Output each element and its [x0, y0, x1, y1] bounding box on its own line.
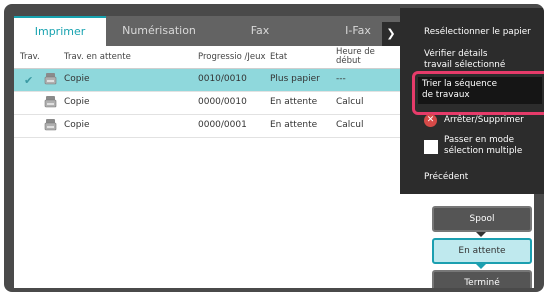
copy-icon	[44, 73, 57, 85]
col-header-job: Trav.	[20, 52, 40, 62]
checkbox-icon[interactable]	[424, 140, 438, 154]
job-progress: 0000/0010	[198, 97, 247, 107]
job-progress: 0000/0001	[198, 120, 247, 130]
col-header-start-time: Heure de début	[336, 48, 375, 66]
job-state: En attente	[270, 120, 318, 130]
copy-icon	[44, 96, 57, 108]
table-row[interactable]: Copie 0000/0010 En attente Calcul	[14, 92, 414, 115]
col-header-start-line2: début	[336, 56, 361, 66]
job-name: Copie	[64, 120, 90, 130]
col-header-progress: Progressio /Jeux	[198, 52, 266, 62]
job-start-time: ---	[336, 74, 346, 84]
col-header-waiting-jobs: Trav. en attente	[64, 52, 131, 62]
job-progress: 0010/0010	[198, 74, 247, 84]
job-state: En attente	[270, 97, 318, 107]
arrow-down-icon	[476, 264, 486, 269]
multi-select-line1: Passer en mode	[444, 135, 515, 145]
check-details-line2: travail sélectionné	[424, 60, 506, 70]
job-name: Copie	[64, 97, 90, 107]
sort-sequence-line1: Trier la séquence	[422, 79, 497, 89]
spool-button[interactable]: Spool	[432, 206, 532, 232]
stop-icon: ✕	[424, 114, 437, 127]
copy-icon	[44, 119, 57, 131]
check-details-item[interactable]: Vérifier détails travail sélectionné	[424, 49, 544, 71]
multi-select-line2: sélection multiple	[444, 146, 523, 156]
sort-sequence-line2: de travaux	[422, 90, 470, 100]
job-start-time: Calcul	[336, 97, 364, 107]
arrow-down-icon	[476, 232, 486, 237]
job-name: Copie	[64, 74, 90, 84]
tab-print[interactable]: Imprimer	[14, 16, 107, 46]
check-details-line1: Vérifier détails	[424, 49, 488, 59]
job-start-time: Calcul	[336, 120, 364, 130]
table-row[interactable]: Copie 0000/0001 En attente Calcul	[14, 115, 414, 138]
job-state: Plus papier	[270, 74, 320, 84]
multi-select-item[interactable]: Passer en mode sélection multiple	[444, 135, 522, 157]
device-screen: Imprimer Numérisation Fax I-Fax Trav. Tr…	[4, 4, 544, 292]
sort-sequence-item[interactable]: Trier la séquence de travaux	[418, 77, 542, 104]
stop-delete-item[interactable]: Arrêter/Supprimer	[444, 115, 524, 126]
done-button[interactable]: Terminé	[432, 270, 532, 288]
table-row[interactable]: ✔ Copie 0010/0010 Plus papier ---	[14, 69, 414, 92]
tab-fax[interactable]: Fax	[212, 16, 309, 46]
checkmark-icon: ✔	[24, 74, 34, 87]
chevron-right-icon[interactable]: ❯	[382, 22, 400, 46]
reselect-paper-item[interactable]: Resélectionner le papier	[424, 27, 531, 38]
col-header-state: Etat	[270, 52, 288, 62]
tab-scan[interactable]: Numérisation	[106, 16, 213, 46]
waiting-button[interactable]: En attente	[432, 238, 532, 264]
previous-item[interactable]: Précédent	[424, 172, 468, 183]
